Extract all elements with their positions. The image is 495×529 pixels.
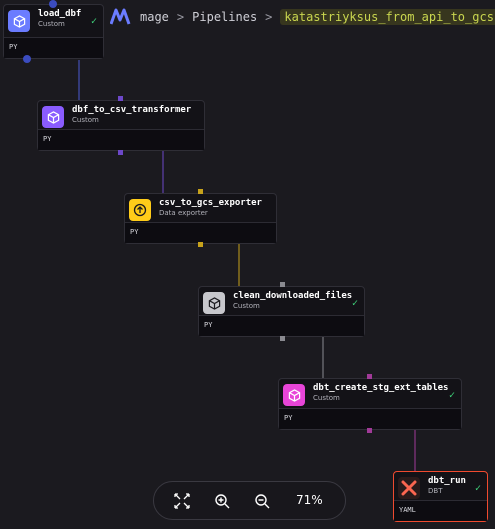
output-port[interactable] [118,150,123,155]
breadcrumb-pipeline-name[interactable]: katastriyksus_from_api_to_gcs [280,9,495,25]
success-check-icon: ✓ [90,16,97,27]
block-name: csv_to_gcs_exporter [159,198,262,208]
breadcrumb-pipelines[interactable]: Pipelines [192,10,257,24]
block-name: dbt_create_stg_ext_tables [313,383,449,393]
block-name: dbf_to_csv_transformer [72,105,192,115]
breadcrumb-app[interactable]: mage [140,10,169,24]
input-port[interactable] [367,374,372,379]
custom-block-icon [8,10,30,32]
block-type: Custom [72,116,99,124]
block-type: Data exporter [159,209,208,217]
dbt-icon [398,477,420,499]
block-node[interactable]: dbf_to_csv_transformer Custom PY [37,100,205,151]
zoom-in-icon[interactable] [211,490,233,512]
block-name: clean_downloaded_files [233,291,353,301]
block-language: PY [130,228,139,236]
block-node[interactable]: dbt_run DBT ✓ YAML [393,471,488,522]
custom-block-icon [203,292,225,314]
block-type: Custom [313,394,340,402]
input-port[interactable] [198,189,203,194]
custom-block-icon [42,106,64,128]
mage-logo-icon [110,8,131,25]
input-port[interactable] [49,0,57,8]
block-language: PY [284,414,293,422]
block-name: dbt_run [428,476,466,486]
custom-block-icon [283,384,305,406]
block-language: PY [204,321,213,329]
block-node[interactable]: load_dbf Custom ✓ PY [3,4,104,59]
block-language: YAML [399,506,416,514]
dependency-edges [78,60,416,471]
breadcrumb-separator: > [265,10,273,24]
block-node[interactable]: dbt_create_stg_ext_tables Custom ✓ PY [278,378,462,430]
block-type: DBT [428,487,443,495]
output-port[interactable] [280,336,285,341]
zoom-level: 71% [296,493,323,507]
block-node[interactable]: csv_to_gcs_exporter Data exporter PY [124,193,277,244]
output-port[interactable] [367,428,372,433]
block-language: PY [9,43,18,51]
breadcrumb-separator: > [176,10,185,24]
output-port[interactable] [198,242,203,247]
output-port[interactable] [23,55,31,63]
block-language: PY [43,135,52,143]
input-port[interactable] [280,282,285,287]
canvas-controls: 71% [153,481,346,520]
block-node[interactable]: clean_downloaded_files Custom ✓ PY [198,286,365,337]
upload-icon [129,199,151,221]
fit-view-icon[interactable] [171,490,193,512]
block-type: Custom [38,20,65,28]
success-check-icon: ✓ [474,483,481,494]
success-check-icon: ✓ [448,390,455,401]
breadcrumb: mage > Pipelines > katastriyksus_from_ap… [110,6,495,28]
input-port[interactable] [118,96,123,101]
pipeline-canvas[interactable]: load_dbf Custom ✓ PY dbf_to_csv_transfor… [0,0,495,529]
block-name: load_dbf [38,9,82,19]
block-type: Custom [233,302,260,310]
zoom-out-icon[interactable] [251,490,273,512]
success-check-icon: ✓ [351,298,358,309]
